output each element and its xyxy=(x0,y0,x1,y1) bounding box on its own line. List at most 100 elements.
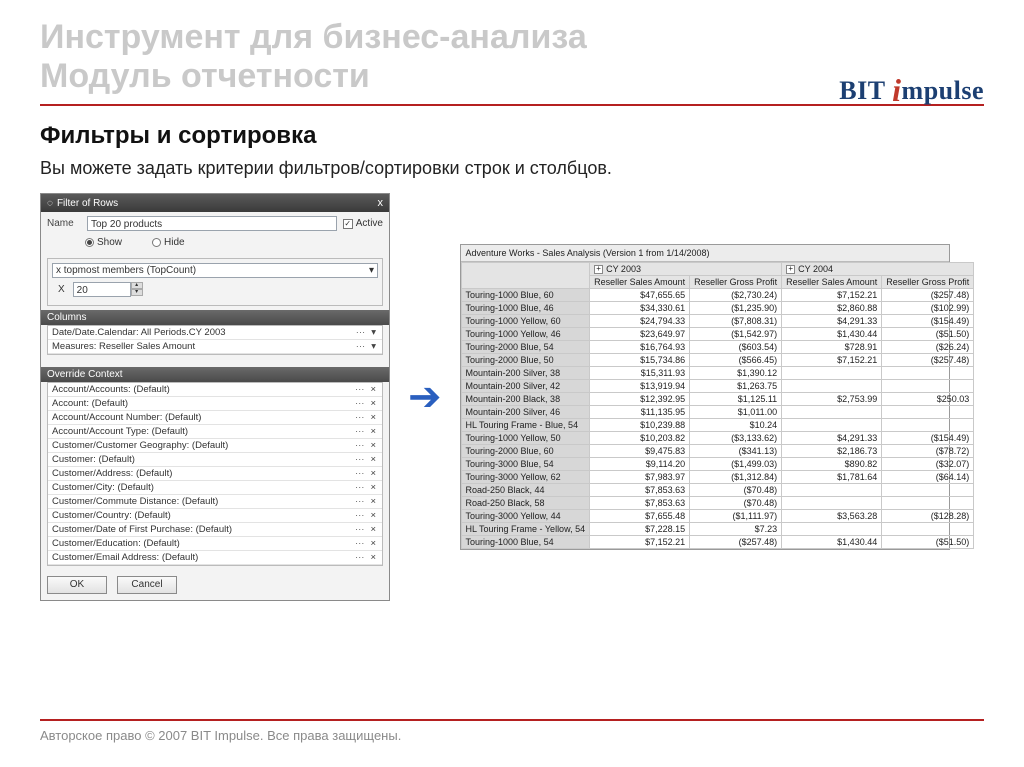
columns-list: Date/Date.Calendar: All Periods.CY 2003·… xyxy=(47,325,383,355)
list-item[interactable]: Customer: (Default)···× xyxy=(48,453,382,467)
remove-icon[interactable]: × xyxy=(368,398,378,409)
table-row: Mountain-200 Silver, 42$13,919.94$1,263.… xyxy=(461,380,974,393)
more-icon[interactable]: ··· xyxy=(351,440,369,451)
list-item[interactable]: Customer/Date of First Purchase: (Defaul… xyxy=(48,523,382,537)
close-icon[interactable]: x xyxy=(378,197,384,209)
table-row: HL Touring Frame - Yellow, 54$7,228.15$7… xyxy=(461,523,974,536)
list-item[interactable]: Measures: Reseller Sales Amount···▾ xyxy=(48,340,382,354)
list-item[interactable]: Date/Date.Calendar: All Periods.CY 2003·… xyxy=(48,326,382,340)
override-list: Account/Accounts: (Default)···×Account: … xyxy=(47,382,383,566)
criteria-select[interactable]: x topmost members (TopCount)▾ xyxy=(52,263,378,278)
filter-icon: ◌ xyxy=(47,198,53,209)
show-radio[interactable]: Show xyxy=(85,237,122,248)
report-table: +CY 2003 +CY 2004 Reseller Sales Amount … xyxy=(461,262,975,549)
list-item[interactable]: Customer/City: (Default)···× xyxy=(48,481,382,495)
list-item[interactable]: Account: (Default)···× xyxy=(48,397,382,411)
bit-impulse-logo: BIT impulse xyxy=(839,70,984,107)
more-icon[interactable]: ··· xyxy=(351,552,369,563)
remove-icon[interactable]: × xyxy=(368,384,378,395)
override-header: Override Context xyxy=(41,367,389,382)
x-label: X xyxy=(58,284,65,295)
list-item[interactable]: Customer/Address: (Default)···× xyxy=(48,467,382,481)
hide-radio[interactable]: Hide xyxy=(152,237,185,248)
table-row: Touring-2000 Blue, 54$16,764.93($603.54)… xyxy=(461,341,974,354)
table-row: Touring-1000 Blue, 60$47,655.65($2,730.2… xyxy=(461,289,974,302)
remove-icon[interactable]: × xyxy=(368,426,378,437)
list-item[interactable]: Customer/Email Address: (Default)···× xyxy=(48,551,382,565)
expand-icon[interactable]: + xyxy=(786,265,795,274)
table-row: Road-250 Black, 58$7,853.63($70.48) xyxy=(461,497,974,510)
table-row: Mountain-200 Black, 38$12,392.95$1,125.1… xyxy=(461,393,974,406)
list-item[interactable]: Customer/Country: (Default)···× xyxy=(48,509,382,523)
more-icon[interactable]: ··· xyxy=(352,327,370,338)
more-icon[interactable]: ··· xyxy=(351,468,369,479)
table-row: Road-250 Black, 44$7,853.63($70.48) xyxy=(461,484,974,497)
more-icon[interactable]: ··· xyxy=(351,482,369,493)
remove-icon[interactable]: × xyxy=(368,468,378,479)
table-row: Touring-2000 Blue, 60$9,475.83($341.13)$… xyxy=(461,445,974,458)
list-item[interactable]: Customer/Commute Distance: (Default)···× xyxy=(48,495,382,509)
list-item[interactable]: Customer/Customer Geography: (Default)··… xyxy=(48,439,382,453)
more-icon[interactable]: ··· xyxy=(352,341,370,352)
remove-icon[interactable]: × xyxy=(368,524,378,535)
section-lead: Вы можете задать критерии фильтров/сорти… xyxy=(40,158,984,179)
more-icon[interactable]: ··· xyxy=(351,496,369,507)
table-row: Mountain-200 Silver, 38$15,311.93$1,390.… xyxy=(461,367,974,380)
table-row: Touring-1000 Blue, 54$7,152.21($257.48)$… xyxy=(461,536,974,549)
more-icon[interactable]: ··· xyxy=(351,510,369,521)
remove-icon[interactable]: × xyxy=(368,496,378,507)
report-title: Adventure Works - Sales Analysis (Versio… xyxy=(461,245,949,262)
remove-icon[interactable]: × xyxy=(368,440,378,451)
table-row: Touring-3000 Yellow, 62$7,983.97($1,312.… xyxy=(461,471,974,484)
more-icon[interactable]: ··· xyxy=(351,384,369,395)
more-icon[interactable]: ··· xyxy=(351,524,369,535)
more-icon[interactable]: ··· xyxy=(351,454,369,465)
section-heading: Фильтры и сортировка xyxy=(40,122,984,150)
x-input[interactable]: 20 xyxy=(73,282,131,297)
ok-button[interactable]: OK xyxy=(47,576,107,594)
remove-icon[interactable]: × xyxy=(368,482,378,493)
hide-label: Hide xyxy=(164,237,185,248)
arrow-right-icon: ➔ xyxy=(408,377,442,417)
remove-icon[interactable]: × xyxy=(368,412,378,423)
table-row: Touring-1000 Yellow, 46$23,649.97($1,542… xyxy=(461,328,974,341)
more-icon[interactable]: ··· xyxy=(351,412,369,423)
remove-icon[interactable]: × xyxy=(368,552,378,563)
table-row: Touring-3000 Yellow, 44$7,655.48($1,111.… xyxy=(461,510,974,523)
chevron-down-icon: ▾ xyxy=(369,265,374,276)
dialog-title: Filter of Rows xyxy=(57,198,118,209)
more-icon[interactable]: ··· xyxy=(351,426,369,437)
cancel-button[interactable]: Cancel xyxy=(117,576,177,594)
list-item[interactable]: Account/Accounts: (Default)···× xyxy=(48,383,382,397)
active-checkbox[interactable]: ✓ Active xyxy=(343,218,383,229)
table-row: Touring-1000 Yellow, 50$10,203.82($3,133… xyxy=(461,432,974,445)
dialog-title-bar: ◌ Filter of Rows x xyxy=(41,194,389,212)
name-input[interactable]: Top 20 products xyxy=(87,216,337,231)
list-item[interactable]: Customer/Education: (Default)···× xyxy=(48,537,382,551)
footer-divider xyxy=(40,719,984,721)
copyright: Авторское право © 2007 BIT Impulse. Все … xyxy=(40,728,401,743)
table-row: Touring-2000 Blue, 50$15,734.86($566.45)… xyxy=(461,354,974,367)
list-item[interactable]: Account/Account Type: (Default)···× xyxy=(48,425,382,439)
name-label: Name xyxy=(47,218,81,229)
remove-icon[interactable]: × xyxy=(368,538,378,549)
table-row: Touring-1000 Yellow, 60$24,794.33($7,808… xyxy=(461,315,974,328)
active-label: Active xyxy=(356,218,383,229)
remove-icon[interactable]: × xyxy=(368,454,378,465)
table-row: Mountain-200 Silver, 46$11,135.95$1,011.… xyxy=(461,406,974,419)
spin-buttons[interactable]: ▴▾ xyxy=(131,282,143,297)
table-row: Touring-3000 Blue, 54$9,114.20($1,499.03… xyxy=(461,458,974,471)
show-label: Show xyxy=(97,237,122,248)
list-item[interactable]: Account/Account Number: (Default)···× xyxy=(48,411,382,425)
more-icon[interactable]: ··· xyxy=(351,538,369,549)
more-icon[interactable]: ··· xyxy=(351,398,369,409)
filter-dialog: ◌ Filter of Rows x Name Top 20 products … xyxy=(40,193,390,601)
report-panel: Adventure Works - Sales Analysis (Versio… xyxy=(460,244,950,550)
table-row: Touring-1000 Blue, 46$34,330.61($1,235.9… xyxy=(461,302,974,315)
chevron-down-icon[interactable]: ▾ xyxy=(369,341,378,352)
columns-header: Columns xyxy=(41,310,389,325)
remove-icon[interactable]: × xyxy=(368,510,378,521)
table-row: HL Touring Frame - Blue, 54$10,239.88$10… xyxy=(461,419,974,432)
expand-icon[interactable]: + xyxy=(594,265,603,274)
chevron-down-icon[interactable]: ▾ xyxy=(369,327,378,338)
